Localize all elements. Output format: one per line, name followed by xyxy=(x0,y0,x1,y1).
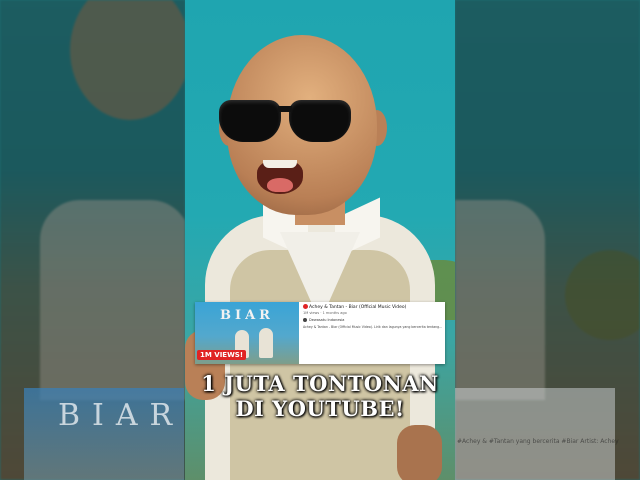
sunglasses-lens-left xyxy=(219,100,281,142)
video-description: Achey & Tantan - Biar (Official Music Vi… xyxy=(303,325,443,329)
video-meta: 1M views · 1 months ago xyxy=(303,311,347,315)
youtube-video-card[interactable]: BIAR 1M VIEWS! Achey & Tantan - Biar (Of… xyxy=(195,302,445,364)
youtube-icon xyxy=(303,304,308,309)
channel-row[interactable]: Dewasatu Indonesia xyxy=(303,317,441,323)
channel-name[interactable]: Dewasatu Indonesia xyxy=(309,318,344,322)
background-video-info xyxy=(455,388,615,480)
channel-avatar[interactable] xyxy=(303,318,307,322)
teeth xyxy=(263,160,297,168)
thumbnail-figure xyxy=(259,328,273,358)
video-thumbnail[interactable]: BIAR 1M VIEWS! xyxy=(195,302,299,364)
hand-right xyxy=(397,425,442,480)
views-badge: 1M VIEWS! xyxy=(197,350,247,360)
video-title-row[interactable]: Achey & Tantan - Biar (Official Music Vi… xyxy=(303,304,441,311)
video-info: Achey & Tantan - Biar (Official Music Vi… xyxy=(303,304,443,330)
background-thumbnail-title: BIAR xyxy=(58,398,185,433)
sunglasses-bridge xyxy=(278,106,292,112)
background-description-text: #Achey & #Tantan yang bercerita #Biar Ar… xyxy=(457,438,619,445)
caption-line-1: 1 JUTA TONTONAN xyxy=(201,371,439,396)
thumbnail-title: BIAR xyxy=(220,308,274,323)
caption-line-2: DI YOUTUBE! xyxy=(235,396,405,421)
video-title[interactable]: Achey & Tantan - Biar (Official Music Vi… xyxy=(309,305,406,310)
sunglasses-lens-right xyxy=(289,100,351,142)
tongue xyxy=(267,178,293,192)
